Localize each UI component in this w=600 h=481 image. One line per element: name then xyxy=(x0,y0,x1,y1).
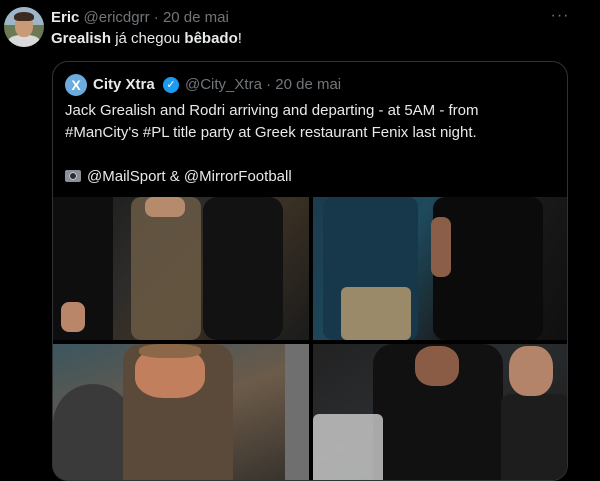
photo-figure xyxy=(501,394,567,480)
photo-figure xyxy=(61,302,85,332)
more-options-icon[interactable]: ··· xyxy=(548,6,572,26)
author-name[interactable]: Eric xyxy=(51,9,79,26)
quoted-author-handle[interactable]: @City_Xtra xyxy=(185,76,262,93)
tweet-text-part: já chegou xyxy=(111,30,185,47)
photo-figure xyxy=(53,384,133,480)
quoted-text-line: #ManCity's #PL title party at Greek rest… xyxy=(65,124,477,141)
quoted-tweet[interactable]: X City Xtra ✓ @City_Xtra · 20 de mai Jac… xyxy=(52,61,568,481)
avatar-hair xyxy=(14,12,34,21)
quoted-credits-line: @MailSport & @MirrorFootball xyxy=(65,166,479,188)
photo-4[interactable] xyxy=(313,344,567,480)
quoted-date[interactable]: 20 de mai xyxy=(275,76,341,93)
photo-figure xyxy=(203,197,283,340)
photo-3[interactable] xyxy=(53,344,309,480)
photo-figure xyxy=(313,414,383,480)
tweet[interactable]: Eric @ericdgrr · 20 de mai ··· Grealish … xyxy=(0,0,600,481)
separator: · xyxy=(153,9,159,26)
photo-figure xyxy=(509,346,553,396)
photo-1[interactable] xyxy=(53,197,309,340)
tweet-text-part: bêbado xyxy=(184,30,238,47)
photo-figure xyxy=(139,344,201,358)
quoted-text-line: Jack Grealish and Rodri arriving and dep… xyxy=(65,102,479,119)
quoted-meta: @City_Xtra · 20 de mai xyxy=(185,74,341,96)
quoted-author-avatar[interactable]: X xyxy=(65,74,87,96)
quoted-author-name[interactable]: City Xtra xyxy=(93,74,155,96)
author-handle[interactable]: @ericdgrr xyxy=(84,9,150,26)
tweet-text: Grealish já chegou bêbado! xyxy=(51,29,242,49)
tweet-header: Eric @ericdgrr · 20 de mai xyxy=(51,8,229,28)
photo-figure xyxy=(131,197,201,340)
quoted-credits: @MailSport & @MirrorFootball xyxy=(87,168,292,185)
verified-badge-icon: ✓ xyxy=(163,77,179,93)
camera-icon xyxy=(65,170,81,182)
photo-2[interactable] xyxy=(313,197,567,340)
photo-figure xyxy=(431,217,451,277)
photo-figure xyxy=(415,346,459,386)
quoted-tweet-text: Jack Grealish and Rodri arriving and dep… xyxy=(65,100,479,188)
photo-figure xyxy=(285,344,309,480)
photo-figure xyxy=(145,197,185,217)
photo-grid xyxy=(53,197,567,480)
separator: · xyxy=(266,76,272,93)
tweet-date[interactable]: 20 de mai xyxy=(163,9,229,26)
avatar[interactable] xyxy=(4,7,44,47)
tweet-text-part: ! xyxy=(237,30,242,47)
tweet-text-part: Grealish xyxy=(51,30,112,47)
photo-figure xyxy=(341,287,411,340)
